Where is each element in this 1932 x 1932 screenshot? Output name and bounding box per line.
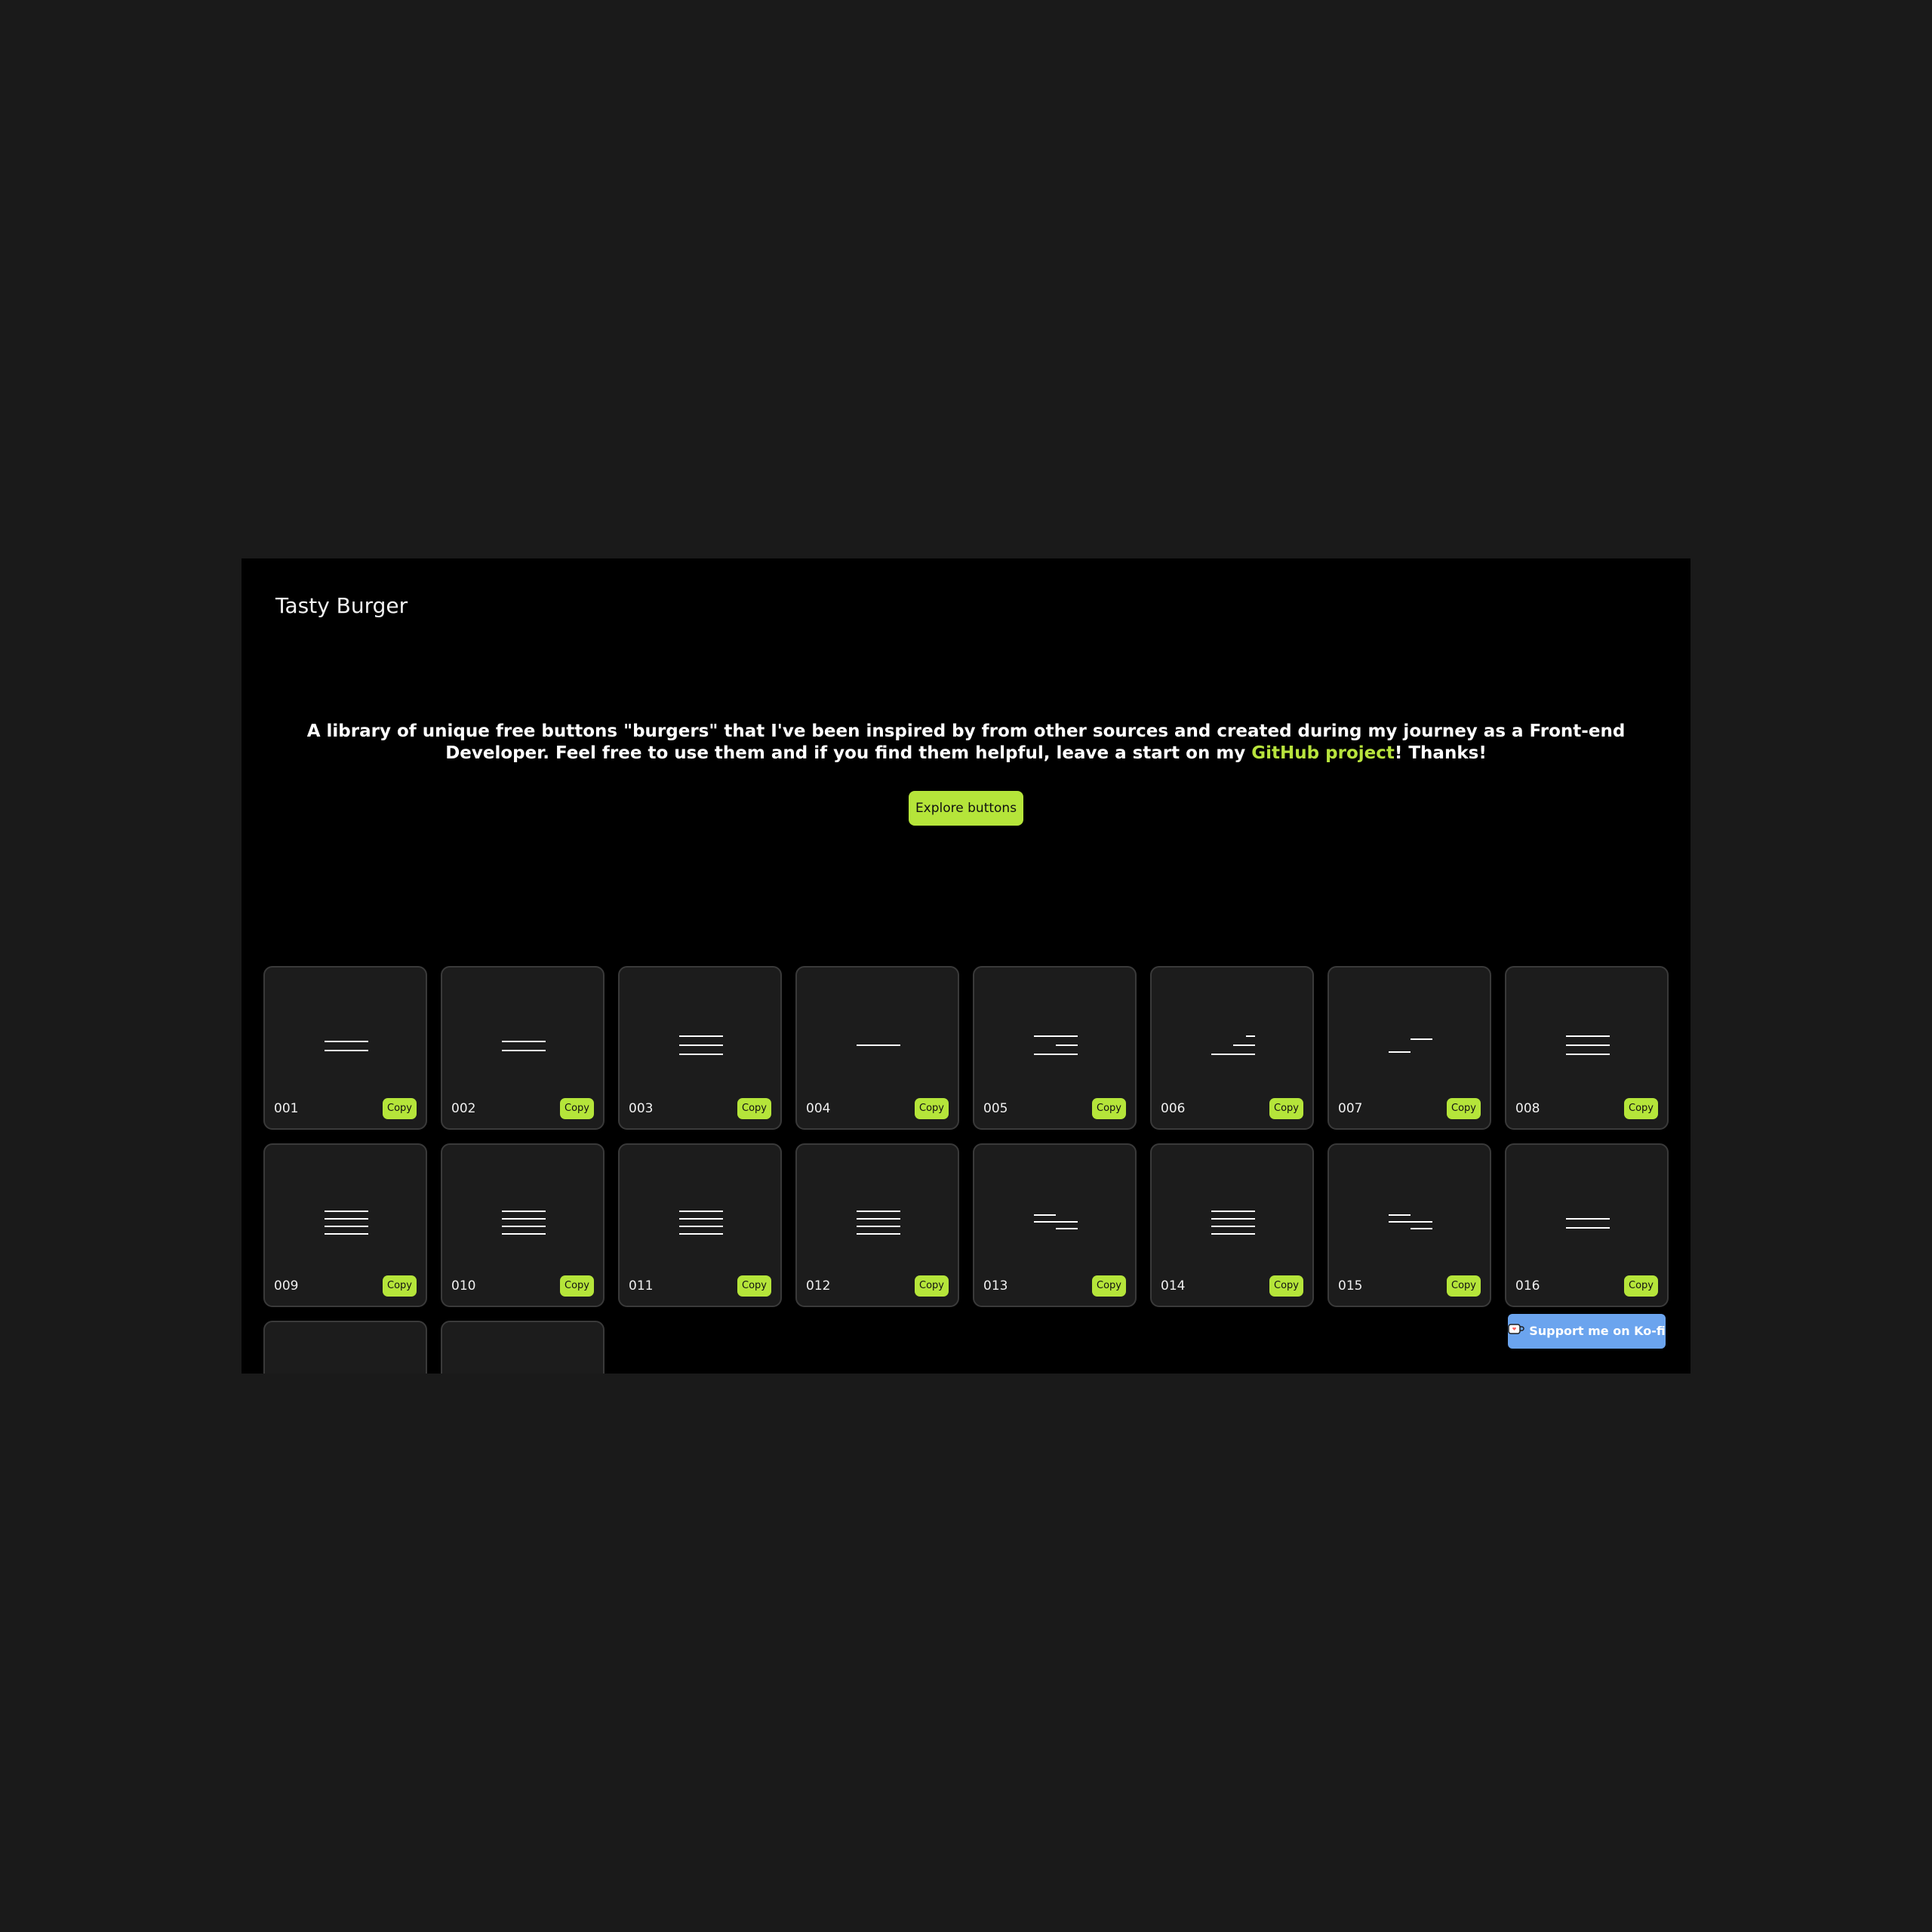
burger-card[interactable] xyxy=(441,1321,605,1374)
copy-button[interactable]: Copy xyxy=(1624,1275,1658,1297)
github-project-link[interactable]: GitHub project xyxy=(1251,743,1395,763)
card-number: 009 xyxy=(274,1278,299,1294)
four-line-burger-icon[interactable] xyxy=(679,1208,723,1235)
copy-button[interactable]: Copy xyxy=(560,1098,594,1119)
card-number: 007 xyxy=(1338,1101,1363,1116)
card-number: 006 xyxy=(1161,1101,1186,1116)
copy-button[interactable]: Copy xyxy=(1269,1275,1303,1297)
single-line-icon[interactable] xyxy=(857,1031,900,1058)
burger-card[interactable]: 011 Copy xyxy=(618,1143,782,1307)
coffee-cup-icon xyxy=(1508,1315,1524,1349)
card-number: 016 xyxy=(1515,1278,1540,1294)
burger-card[interactable]: 002 Copy xyxy=(441,966,605,1130)
copy-button[interactable]: Copy xyxy=(915,1275,949,1297)
burger-card[interactable]: 005 Copy xyxy=(973,966,1137,1130)
copy-button[interactable]: Copy xyxy=(1624,1098,1658,1119)
card-number: 008 xyxy=(1515,1101,1540,1116)
card-number: 011 xyxy=(629,1278,654,1294)
card-number: 005 xyxy=(983,1101,1008,1116)
offset-burger-icon[interactable] xyxy=(1389,1208,1432,1235)
copy-button[interactable]: Copy xyxy=(915,1098,949,1119)
explore-buttons-button[interactable]: Explore buttons xyxy=(909,791,1023,826)
kofi-support-button[interactable]: Support me on Ko-fi xyxy=(1508,1314,1666,1349)
four-line-burger-icon[interactable] xyxy=(325,1208,368,1235)
burger-card[interactable]: 007 Copy xyxy=(1327,966,1491,1130)
card-number: 010 xyxy=(451,1278,476,1294)
burger-card[interactable]: 010 Copy xyxy=(441,1143,605,1307)
copy-button[interactable]: Copy xyxy=(560,1275,594,1297)
burger-card[interactable]: 006 Copy xyxy=(1150,966,1314,1130)
right-stepped-burger-icon[interactable] xyxy=(1211,1031,1255,1058)
burger-card[interactable]: 008 Copy xyxy=(1505,966,1669,1130)
card-number: 002 xyxy=(451,1101,476,1116)
hero-text-end: ! Thanks! xyxy=(1394,743,1487,763)
hero-description: A library of unique free buttons "burger… xyxy=(272,721,1660,764)
burger-card[interactable]: 014 Copy xyxy=(1150,1143,1314,1307)
app-window: Tasty Burger A library of unique free bu… xyxy=(242,558,1690,1374)
burger-card[interactable]: 013 Copy xyxy=(973,1143,1137,1307)
copy-button[interactable]: Copy xyxy=(1092,1275,1126,1297)
copy-button[interactable]: Copy xyxy=(1447,1098,1481,1119)
offset-burger-icon[interactable] xyxy=(1034,1208,1078,1235)
card-number: 003 xyxy=(629,1101,654,1116)
card-number: 012 xyxy=(806,1278,831,1294)
three-line-burger-icon[interactable] xyxy=(1566,1031,1610,1058)
four-line-burger-icon[interactable] xyxy=(502,1208,546,1235)
zigzag-line-icon[interactable] xyxy=(1389,1031,1432,1058)
copy-button[interactable]: Copy xyxy=(737,1275,771,1297)
staggered-burger-icon[interactable] xyxy=(1034,1031,1078,1058)
burger-card[interactable] xyxy=(263,1321,427,1374)
site-logo[interactable]: Tasty Burger xyxy=(275,593,408,618)
four-line-burger-icon[interactable] xyxy=(1211,1208,1255,1235)
burger-card[interactable]: 012 Copy xyxy=(795,1143,959,1307)
two-line-burger-icon[interactable] xyxy=(1566,1208,1610,1235)
two-line-burger-icon[interactable] xyxy=(502,1031,546,1058)
burger-card[interactable]: 004 Copy xyxy=(795,966,959,1130)
three-line-burger-icon[interactable] xyxy=(679,1031,723,1058)
card-number: 014 xyxy=(1161,1278,1186,1294)
burger-card[interactable]: 015 Copy xyxy=(1327,1143,1491,1307)
copy-button[interactable]: Copy xyxy=(1092,1098,1126,1119)
card-number: 013 xyxy=(983,1278,1008,1294)
kofi-label: Support me on Ko-fi xyxy=(1529,1324,1666,1338)
copy-button[interactable]: Copy xyxy=(1447,1275,1481,1297)
copy-button[interactable]: Copy xyxy=(737,1098,771,1119)
four-line-burger-icon[interactable] xyxy=(857,1208,900,1235)
card-number: 004 xyxy=(806,1101,831,1116)
two-line-burger-icon[interactable] xyxy=(325,1031,368,1058)
copy-button[interactable]: Copy xyxy=(383,1275,417,1297)
burger-card[interactable]: 001 Copy xyxy=(263,966,427,1130)
burger-card[interactable]: 009 Copy xyxy=(263,1143,427,1307)
burger-card[interactable]: 016 Copy xyxy=(1505,1143,1669,1307)
copy-button[interactable]: Copy xyxy=(383,1098,417,1119)
burger-card[interactable]: 003 Copy xyxy=(618,966,782,1130)
card-number: 015 xyxy=(1338,1278,1363,1294)
burger-button-grid: 001 Copy 002 Copy 003 Copy 004 Copy 005 Copy 006 Co… xyxy=(263,966,1670,1374)
copy-button[interactable]: Copy xyxy=(1269,1098,1303,1119)
card-number: 001 xyxy=(274,1101,299,1116)
